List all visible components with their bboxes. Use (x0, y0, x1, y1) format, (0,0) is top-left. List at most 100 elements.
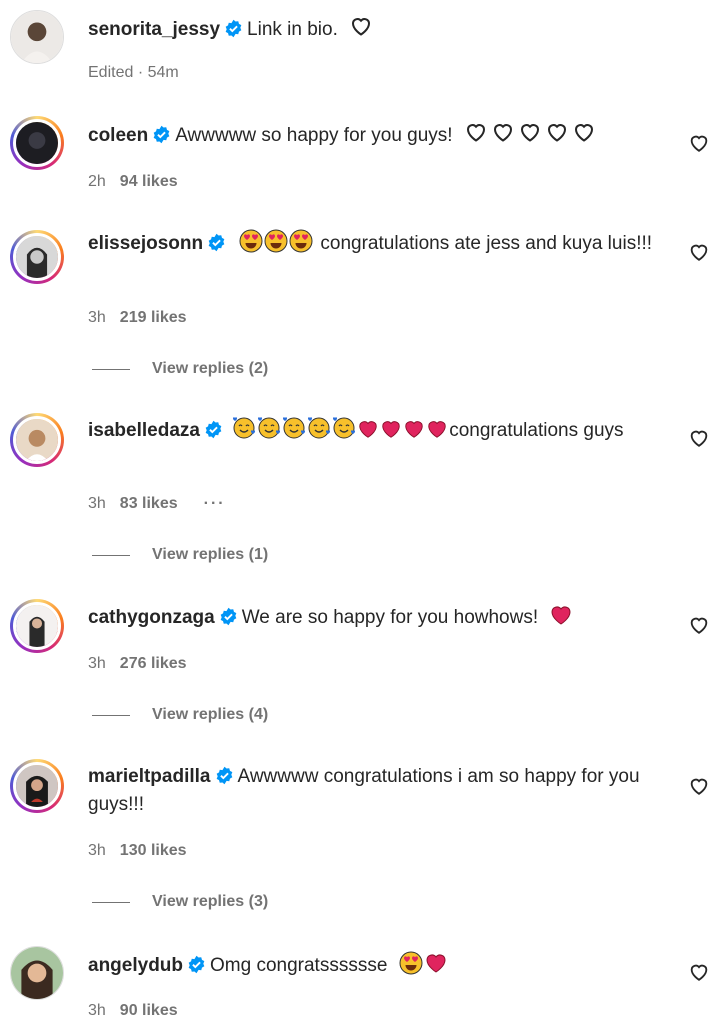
heart-like-icon[interactable] (688, 614, 710, 636)
avatar-image (16, 419, 58, 461)
avatar-image (16, 765, 58, 807)
likes-count[interactable]: 90 likes (120, 1002, 178, 1019)
caption-text-block: senorita_jessy Link in bio. (88, 14, 660, 44)
replies-divider (92, 714, 130, 716)
smiling-face-hearts-emoji (282, 416, 306, 440)
comment-time: 3h (88, 1002, 106, 1019)
avatar[interactable] (10, 599, 64, 653)
verified-badge-icon (204, 420, 223, 439)
comment-meta: 3h 130 likes (88, 842, 187, 860)
likes-count[interactable]: 276 likes (120, 655, 187, 672)
comment-text-block: coleen Awwwww so happy for you guys! (88, 120, 660, 150)
heart-like-icon[interactable] (688, 241, 710, 263)
avatar[interactable] (10, 10, 64, 64)
likes-count[interactable]: 94 likes (120, 173, 178, 190)
red-heart-emoji (403, 418, 425, 440)
red-heart-emoji (357, 418, 379, 440)
username-link[interactable]: marieltpadilla (88, 766, 211, 787)
view-replies-button[interactable]: View replies (2) (92, 360, 268, 378)
comment-meta: 3h 276 likes (88, 655, 187, 673)
more-options-button[interactable]: ··· (204, 495, 226, 512)
caption-text: Link in bio. (247, 19, 338, 40)
view-replies-button[interactable]: View replies (4) (92, 706, 268, 724)
heart-eyes-emoji (399, 951, 423, 975)
red-heart-emoji (424, 951, 448, 975)
comment-meta: 3h 219 likes (88, 309, 187, 327)
heart-like-icon[interactable] (688, 427, 710, 449)
heart-outline-icon (349, 14, 373, 38)
heart-outline-icon (572, 120, 596, 144)
verified-badge-icon (215, 766, 234, 785)
red-heart-emoji (549, 603, 573, 627)
comment-text-block: angelydub Omg congratsssssse (88, 951, 660, 980)
comment-text-block: elissejosonn congratulations ate jess an… (88, 229, 660, 258)
avatar[interactable] (10, 230, 64, 284)
avatar[interactable] (10, 413, 64, 467)
comment-text: Omg congratsssssse (210, 955, 388, 976)
username-link[interactable]: angelydub (88, 955, 183, 976)
comment-text: Awwwww so happy for you guys! (175, 125, 453, 146)
avatar[interactable] (10, 116, 64, 170)
username-link[interactable]: coleen (88, 125, 148, 146)
smiling-face-hearts-emoji (332, 416, 356, 440)
comment-text-block: marieltpadilla Awwwww congratulations i a… (88, 763, 660, 819)
comment-meta: 3h 83 likes ··· (88, 495, 226, 513)
verified-badge-icon (219, 607, 238, 626)
view-replies-label: View replies (4) (152, 706, 269, 723)
replies-divider (92, 368, 130, 370)
comment-text: We are so happy for you howhows! (241, 607, 539, 628)
verified-badge-icon (224, 19, 243, 38)
replies-divider (92, 554, 130, 556)
comment-time: 3h (88, 495, 106, 512)
heart-outline-icon (464, 120, 488, 144)
avatar-image (16, 605, 58, 647)
comment-text-block: cathygonzaga We are so happy for you howh… (88, 603, 660, 632)
comment-meta: 2h 94 likes (88, 173, 178, 191)
smiling-face-hearts-emoji (307, 416, 331, 440)
avatar-image (11, 947, 63, 999)
avatar[interactable] (10, 759, 64, 813)
avatar-image (16, 122, 58, 164)
view-replies-button[interactable]: View replies (1) (92, 546, 268, 564)
heart-like-icon[interactable] (688, 132, 710, 154)
comment-text: congratulations guys (449, 420, 624, 441)
avatar-image (11, 11, 63, 63)
view-replies-label: View replies (1) (152, 546, 269, 563)
likes-count[interactable]: 130 likes (120, 842, 187, 859)
verified-badge-icon (207, 233, 226, 252)
heart-outline-icon (491, 120, 515, 144)
heart-eyes-emoji (264, 229, 288, 253)
heart-eyes-emoji (239, 229, 263, 253)
username-link[interactable]: cathygonzaga (88, 607, 215, 628)
comment-meta: 3h 90 likes (88, 1002, 178, 1020)
heart-outline-icon (545, 120, 569, 144)
likes-count[interactable]: 83 likes (120, 495, 178, 512)
smiling-face-hearts-emoji (257, 416, 281, 440)
username-link[interactable]: isabelledaza (88, 420, 200, 441)
verified-badge-icon (187, 955, 206, 974)
heart-like-icon[interactable] (688, 961, 710, 983)
red-heart-emoji (426, 418, 448, 440)
edited-label: Edited · 54m (88, 64, 179, 81)
view-replies-button[interactable]: View replies (3) (92, 893, 268, 911)
verified-badge-icon (152, 125, 171, 144)
heart-like-icon[interactable] (688, 775, 710, 797)
avatar-image (16, 236, 58, 278)
comment-text-block: isabelledaza congratulations guys (88, 416, 660, 445)
smiling-face-hearts-emoji (232, 416, 256, 440)
heart-eyes-emoji (289, 229, 313, 253)
heart-outline-icon (518, 120, 542, 144)
comment-time: 2h (88, 173, 106, 190)
comment-time: 3h (88, 655, 106, 672)
avatar[interactable] (10, 946, 64, 1000)
username-link[interactable]: elissejosonn (88, 233, 203, 254)
comment-text: congratulations ate jess and kuya luis!!… (320, 233, 653, 254)
view-replies-label: View replies (3) (152, 893, 269, 910)
comment-time: 3h (88, 842, 106, 859)
username-link[interactable]: senorita_jessy (88, 19, 220, 40)
likes-count[interactable]: 219 likes (120, 309, 187, 326)
red-heart-emoji (380, 418, 402, 440)
replies-divider (92, 901, 130, 903)
view-replies-label: View replies (2) (152, 360, 269, 377)
comment-time: 3h (88, 309, 106, 326)
